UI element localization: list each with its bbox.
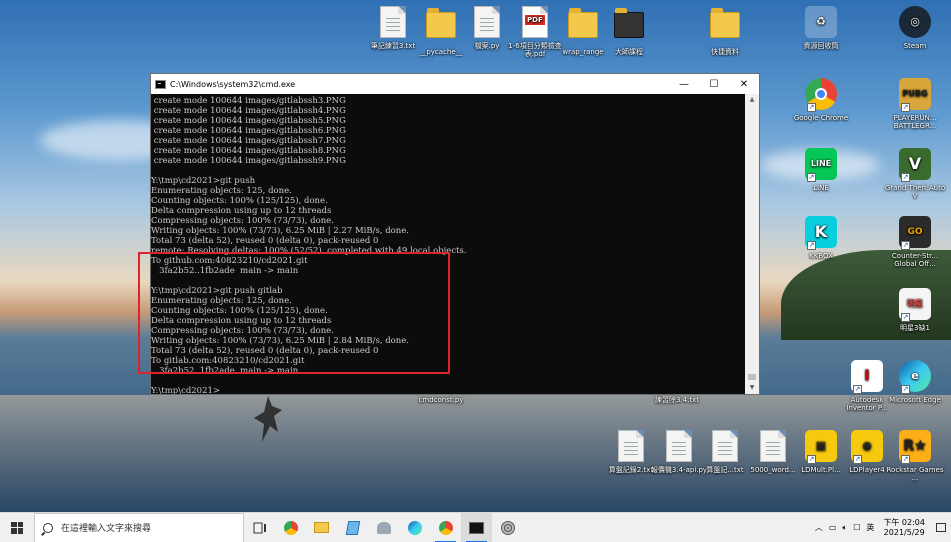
cmd-output-line: create mode 100644 images/gitlabssh7.PNG <box>151 136 346 146</box>
notification-icon <box>936 523 946 532</box>
cmd-scrollbar[interactable]: ▲ ▼ <box>745 94 759 394</box>
cmd-output-line: Counting objects: 100% (125/125), done. <box>151 196 328 206</box>
python-file-icon <box>666 430 692 462</box>
taskbar: 在這裡輸入文字來搜尋 ︿ ▭ 🔈︎ ☐ 英 下午 02:04 2021/5/29 <box>0 512 951 542</box>
taskbar-app-sphere[interactable] <box>492 513 523 542</box>
desktop-icon-line[interactable]: LINE ↗ LINE <box>790 148 852 192</box>
taskbar-chrome-2[interactable] <box>430 513 461 542</box>
highlight-annotation-box <box>138 252 450 374</box>
taskbar-edge[interactable] <box>399 513 430 542</box>
folder-icon <box>614 8 644 38</box>
cmd-output-line: create mode 100644 images/gitlabssh8.PNG <box>151 146 346 156</box>
cmd-output-line <box>151 376 747 386</box>
desktop-icon-folder-2[interactable]: 大師課程 <box>598 6 660 56</box>
taskbar-search[interactable]: 在這裡輸入文字來搜尋 <box>34 512 244 542</box>
desktop-icon-gta[interactable]: V ↗ Grand Theft Auto V <box>884 148 946 200</box>
desktop-icon-chrome[interactable]: ↗ Google Chrome <box>790 78 852 122</box>
python-file-icon <box>474 6 500 38</box>
sphere-app-icon <box>500 520 515 535</box>
task-view-icon <box>253 522 266 533</box>
cmd-output-line: create mode 100644 images/gitlabssh9.PNG <box>151 156 346 166</box>
cmd-output-line: Y:\tmp\cd2021>git push <box>151 176 256 186</box>
cmd-output-line: create mode 100644 images/gitlabssh4.PNG <box>151 106 346 116</box>
text-file-icon <box>618 430 644 462</box>
folder-icon <box>426 8 456 38</box>
taskbar-cmd[interactable] <box>461 512 492 542</box>
notepad-icon <box>345 520 360 535</box>
cmd-output-line: create mode 100644 images/gitlabssh3.PNG <box>151 96 346 106</box>
minimize-button[interactable]: — <box>669 74 699 94</box>
recycle-bin-icon: ♻ <box>805 6 837 38</box>
folder-icon <box>314 522 329 533</box>
network-icon[interactable]: ▭ <box>829 523 837 532</box>
desktop-icon-csgo[interactable]: GO ↗ Counter-Str... Global Off... <box>884 216 946 268</box>
cmd-icon <box>469 521 484 534</box>
clock-time: 下午 02:04 <box>883 517 925 527</box>
cmd-output-line: Writing objects: 100% (73/73), 6.25 MiB … <box>151 226 410 236</box>
system-tray: ︿ ▭ 🔈︎ ☐ 英 下午 02:04 2021/5/29 <box>812 513 951 542</box>
cmd-titlebar[interactable]: C:\Windows\system32\cmd.exe — ☐ ✕ <box>151 74 759 94</box>
close-button[interactable]: ✕ <box>729 74 759 94</box>
wallpaper-reflection-figure <box>254 396 282 442</box>
desktop-icon-recycle-bin[interactable]: ♻ 資源回收筒 <box>790 6 852 50</box>
tray-expand-icon[interactable]: ︿ <box>815 522 823 533</box>
start-button[interactable] <box>0 513 34 542</box>
taskbar-notepad[interactable] <box>337 513 368 542</box>
task-view-button[interactable] <box>244 513 275 542</box>
pdf-file-icon: PDF <box>522 6 548 38</box>
search-placeholder: 在這裡輸入文字來搜尋 <box>61 524 152 534</box>
taskbar-file-explorer[interactable] <box>306 513 337 542</box>
cmd-output-line: Delta compression using up to 12 threads <box>151 206 332 216</box>
chrome-icon <box>438 520 453 535</box>
folder-icon <box>710 8 740 38</box>
desktop-icon-rockstar[interactable]: R★ ↗ Rockstar Games ... <box>884 430 946 482</box>
search-icon <box>43 522 53 533</box>
input-language-indicator[interactable]: 英 <box>866 522 874 533</box>
cmd-output-line: create mode 100644 images/gitlabssh5.PNG <box>151 116 346 126</box>
scroll-up-arrow-icon[interactable]: ▲ <box>745 94 759 106</box>
cmd-app-icon <box>155 79 166 89</box>
tools-icon <box>376 521 391 534</box>
cmd-output-line: Y:\tmp\cd2021> <box>151 386 221 394</box>
folder-icon <box>568 8 598 38</box>
edge-icon <box>407 520 422 535</box>
desktop-icon-app-3[interactable]: 明星 ↗ 明星3缺1 <box>884 288 946 332</box>
cmd-window-title: C:\Windows\system32\cmd.exe <box>170 79 296 89</box>
desktop-icon-txt-34[interactable]: 練習除3.4.txt <box>646 396 708 404</box>
windows-logo-icon <box>11 521 23 534</box>
maximize-button[interactable]: ☐ <box>699 74 729 94</box>
text-file-icon <box>760 430 786 462</box>
scroll-down-arrow-icon[interactable]: ▼ <box>745 382 759 394</box>
taskbar-chrome[interactable] <box>275 513 306 542</box>
steam-icon: ◎ <box>899 6 931 38</box>
volume-icon[interactable]: 🔈︎ <box>842 523 847 533</box>
cmd-output-line: Enumerating objects: 125, done. <box>151 186 292 196</box>
desktop-icon-pubg[interactable]: PUBG ↗ PLAYERUN... BATTLEGR... <box>884 78 946 130</box>
ime-mode-icon[interactable]: ☐ <box>853 523 860 532</box>
desktop-icon-edge[interactable]: e ↗ Microsoft Edge <box>884 360 946 404</box>
desktop-icon-cmdconst[interactable]: cmdconst.py <box>410 396 472 404</box>
cmd-output-line: Total 73 (delta 52), reused 0 (delta 0),… <box>151 236 379 246</box>
notification-center-button[interactable] <box>931 513 951 542</box>
chrome-icon <box>283 520 298 535</box>
desktop-icon-kkbox[interactable]: K ↗ KKBOX <box>790 216 852 260</box>
desktop-icon-folder-3[interactable]: 快捷資料 <box>694 6 756 56</box>
desktop-icon-steam[interactable]: ◎ Steam <box>884 6 946 50</box>
cmd-output-line: create mode 100644 images/gitlabssh6.PNG <box>151 126 346 136</box>
text-file-icon <box>380 6 406 38</box>
cmd-output-line <box>151 166 747 176</box>
clock[interactable]: 下午 02:04 2021/5/29 <box>883 518 925 538</box>
taskbar-app-tools[interactable] <box>368 513 399 542</box>
clock-date: 2021/5/29 <box>883 527 925 537</box>
scrollbar-thumb[interactable] <box>748 374 756 380</box>
text-file-icon <box>712 430 738 462</box>
cmd-output-line: Compressing objects: 100% (73/73), done. <box>151 216 334 226</box>
